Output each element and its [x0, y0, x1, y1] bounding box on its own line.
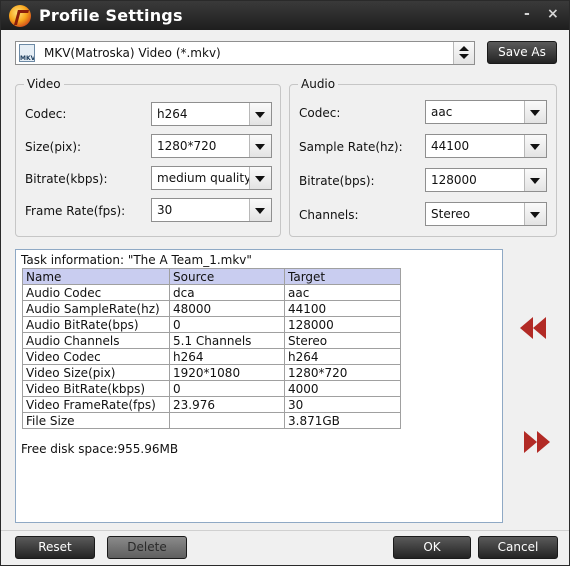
audio-codec-label: Codec:	[299, 106, 341, 120]
audio-codec-value: aac	[431, 105, 453, 119]
task-information-panel: Task information: "The A Team_1.mkv" Nam…	[15, 249, 503, 523]
video-size-value: 1280*720	[157, 139, 217, 153]
video-group-legend: Video	[24, 77, 64, 91]
cell-target: 44100	[284, 300, 401, 317]
output-format-select[interactable]: MKV MKV(Matroska) Video (*.mkv)	[15, 41, 475, 65]
ok-button[interactable]: OK	[393, 536, 471, 559]
cell-target: h264	[284, 348, 401, 365]
table-row: Video BitRate(kbps) 0 4000	[22, 380, 401, 397]
cancel-button[interactable]: Cancel	[478, 536, 558, 559]
audio-bitrate-label: Bitrate(bps):	[299, 174, 375, 188]
table-header-row: Name Source Target	[22, 268, 401, 285]
video-codec-value: h264	[157, 107, 188, 121]
cell-source: dca	[169, 284, 285, 301]
cell-target: Stereo	[284, 332, 401, 349]
audio-channels-label: Channels:	[299, 208, 359, 222]
cell-name: Video FrameRate(fps)	[22, 396, 170, 413]
chevron-down-icon[interactable]	[524, 203, 546, 225]
next-task-icon[interactable]	[523, 431, 553, 453]
minimize-button[interactable]: -	[524, 7, 530, 21]
chevron-down-icon[interactable]	[524, 135, 546, 157]
spin-down-icon[interactable]	[459, 54, 469, 59]
column-header-target: Target	[284, 268, 401, 285]
cell-target: 1280*720	[284, 364, 401, 381]
audio-bitrate-value: 128000	[431, 173, 477, 187]
delete-button[interactable]: Delete	[107, 536, 187, 559]
chevron-down-icon[interactable]	[524, 169, 546, 191]
table-row: Audio Codec dca aac	[22, 284, 401, 301]
cell-source: 48000	[169, 300, 285, 317]
app-logo-icon	[9, 5, 31, 27]
output-format-value: MKV(Matroska) Video (*.mkv)	[44, 46, 221, 60]
table-row: File Size 3.871GB	[22, 412, 401, 429]
audio-samplerate-label: Sample Rate(hz):	[299, 140, 403, 154]
video-size-label: Size(pix):	[25, 140, 82, 154]
cell-target: 30	[284, 396, 401, 413]
cell-source	[169, 412, 285, 429]
free-disk-space: Free disk space:955.96MB	[21, 442, 179, 456]
cell-target: aac	[284, 284, 401, 301]
column-header-source: Source	[169, 268, 285, 285]
cell-source: h264	[169, 348, 285, 365]
cell-name: Audio SampleRate(hz)	[22, 300, 170, 317]
chevron-down-icon[interactable]	[524, 101, 546, 123]
window-title: Profile Settings	[39, 6, 183, 25]
video-bitrate-label: Bitrate(kbps):	[25, 172, 108, 186]
profile-settings-window: Profile Settings - × MKV MKV(Matroska) V…	[0, 0, 570, 566]
spin-up-icon[interactable]	[459, 46, 469, 51]
audio-channels-value: Stereo	[431, 207, 471, 221]
table-row: Audio BitRate(bps) 0 128000	[22, 316, 401, 333]
table-row: Video Size(pix) 1920*1080 1280*720	[22, 364, 401, 381]
audio-group-legend: Audio	[298, 77, 339, 91]
table-row: Video Codec h264 h264	[22, 348, 401, 365]
cell-name: Video Size(pix)	[22, 364, 170, 381]
chevron-down-icon[interactable]	[249, 103, 271, 125]
video-framerate-select[interactable]: 30	[151, 198, 272, 222]
column-header-name: Name	[22, 268, 170, 285]
video-framerate-value: 30	[157, 203, 173, 217]
audio-samplerate-value: 44100	[431, 139, 470, 153]
cell-name: Audio Channels	[22, 332, 170, 349]
cell-target: 4000	[284, 380, 401, 397]
chevron-down-icon[interactable]	[249, 167, 271, 189]
cell-name: Video Codec	[22, 348, 170, 365]
close-button[interactable]: ×	[547, 7, 559, 21]
chevron-down-icon[interactable]	[249, 199, 271, 221]
reset-button[interactable]: Reset	[15, 536, 95, 559]
video-codec-label: Codec:	[25, 107, 67, 121]
cell-name: Video BitRate(kbps)	[22, 380, 170, 397]
cell-target: 3.871GB	[284, 412, 401, 429]
title-bar[interactable]: Profile Settings - ×	[1, 1, 569, 30]
table-row: Audio Channels 5.1 Channels Stereo	[22, 332, 401, 349]
audio-channels-select[interactable]: Stereo	[425, 202, 547, 226]
video-size-select[interactable]: 1280*720	[151, 134, 272, 158]
video-bitrate-value: medium quality	[157, 171, 252, 185]
cell-name: File Size	[22, 412, 170, 429]
video-bitrate-select[interactable]: medium quality	[151, 166, 272, 190]
cell-source: 0	[169, 316, 285, 333]
divider	[1, 530, 569, 531]
table-row: Video FrameRate(fps) 23.976 30	[22, 396, 401, 413]
task-title: Task information: "The A Team_1.mkv"	[21, 253, 252, 267]
audio-bitrate-select[interactable]: 128000	[425, 168, 547, 192]
cell-name: Audio Codec	[22, 284, 170, 301]
video-framerate-label: Frame Rate(fps):	[25, 204, 126, 218]
task-info-table: Name Source Target Audio Codec dca aac Aud…	[22, 268, 401, 429]
previous-task-icon[interactable]	[519, 317, 549, 339]
cell-target: 128000	[284, 316, 401, 333]
format-spinner[interactable]	[453, 42, 474, 64]
cell-name: Audio BitRate(bps)	[22, 316, 170, 333]
audio-codec-select[interactable]: aac	[425, 100, 547, 124]
audio-samplerate-select[interactable]: 44100	[425, 134, 547, 158]
cell-source: 1920*1080	[169, 364, 285, 381]
cell-source: 23.976	[169, 396, 285, 413]
cell-source: 0	[169, 380, 285, 397]
chevron-down-icon[interactable]	[249, 135, 271, 157]
mkv-format-icon: MKV	[19, 44, 35, 62]
table-row: Audio SampleRate(hz) 48000 44100	[22, 300, 401, 317]
video-codec-select[interactable]: h264	[151, 102, 272, 126]
save-as-button[interactable]: Save As	[487, 41, 557, 64]
cell-source: 5.1 Channels	[169, 332, 285, 349]
